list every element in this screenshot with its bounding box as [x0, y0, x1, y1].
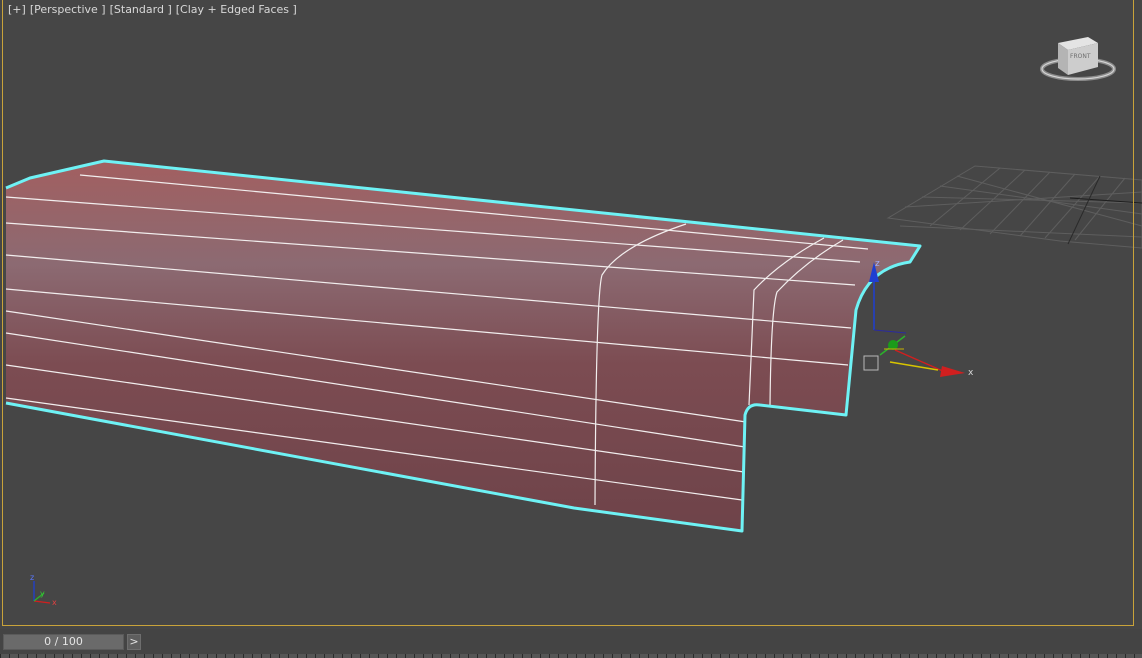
viewport-menu-shading-standard[interactable]: [Standard ] [110, 3, 172, 16]
time-slider[interactable]: 0 / 100 [3, 634, 124, 650]
perspective-viewport[interactable]: z x FRONT z y x [+] [Perspective ] [Stan… [0, 0, 1142, 629]
viewport-menu-point-of-view[interactable]: [Perspective ] [30, 3, 106, 16]
active-viewport-border [2, 0, 1134, 626]
next-frame-button[interactable]: > [127, 634, 141, 650]
viewport-menu-plus[interactable]: [+] [8, 3, 26, 16]
viewport-label-menu: [+] [Perspective ] [Standard ] [Clay + E… [8, 3, 297, 16]
track-bar[interactable] [0, 654, 1142, 658]
viewport-menu-display-mode[interactable]: [Clay + Edged Faces ] [176, 3, 297, 16]
